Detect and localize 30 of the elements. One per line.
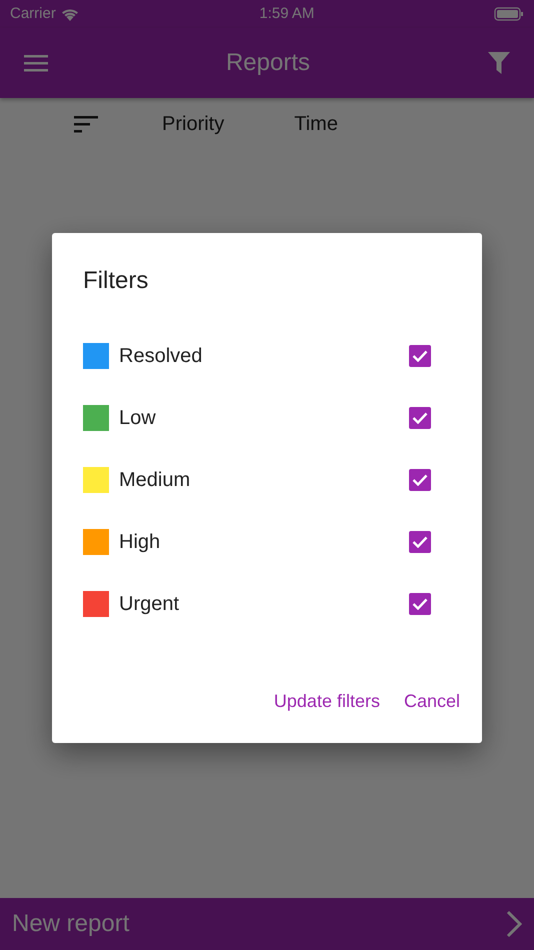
filter-label: High	[119, 530, 160, 555]
filter-label: Medium	[119, 468, 190, 493]
check-icon	[412, 536, 428, 548]
sort-option[interactable]: Time	[294, 109, 338, 139]
new-report-label[interactable]: New report	[12, 906, 130, 942]
sort-icon[interactable]	[74, 115, 98, 133]
check-icon	[412, 598, 428, 610]
app-title: Reports	[226, 48, 310, 78]
checkbox[interactable]	[409, 345, 431, 367]
sort-option[interactable]: Priority	[162, 109, 224, 139]
dialog-button[interactable]: Cancel	[404, 682, 460, 721]
clock: 1:59 AM	[259, 4, 314, 24]
carrier-label: Carrier	[10, 4, 56, 24]
chevron-icon[interactable]	[506, 910, 522, 938]
battery-icon	[494, 7, 524, 21]
checkbox[interactable]	[409, 531, 431, 553]
check-icon	[412, 350, 428, 362]
menu-icon[interactable]	[24, 54, 48, 72]
filter-icon[interactable]	[488, 52, 510, 74]
filter-label: Urgent	[119, 592, 180, 617]
filter-label: Resolved	[119, 344, 202, 369]
checkbox[interactable]	[409, 469, 431, 491]
check-icon	[412, 474, 428, 486]
filter-label: Low	[119, 406, 156, 431]
checkbox[interactable]	[409, 407, 431, 429]
checkbox[interactable]	[409, 593, 431, 615]
dialog-title: Filters	[83, 266, 150, 296]
check-icon	[412, 412, 428, 424]
wifi-icon	[60, 6, 80, 22]
dialog-button[interactable]: Update filters	[274, 682, 380, 721]
